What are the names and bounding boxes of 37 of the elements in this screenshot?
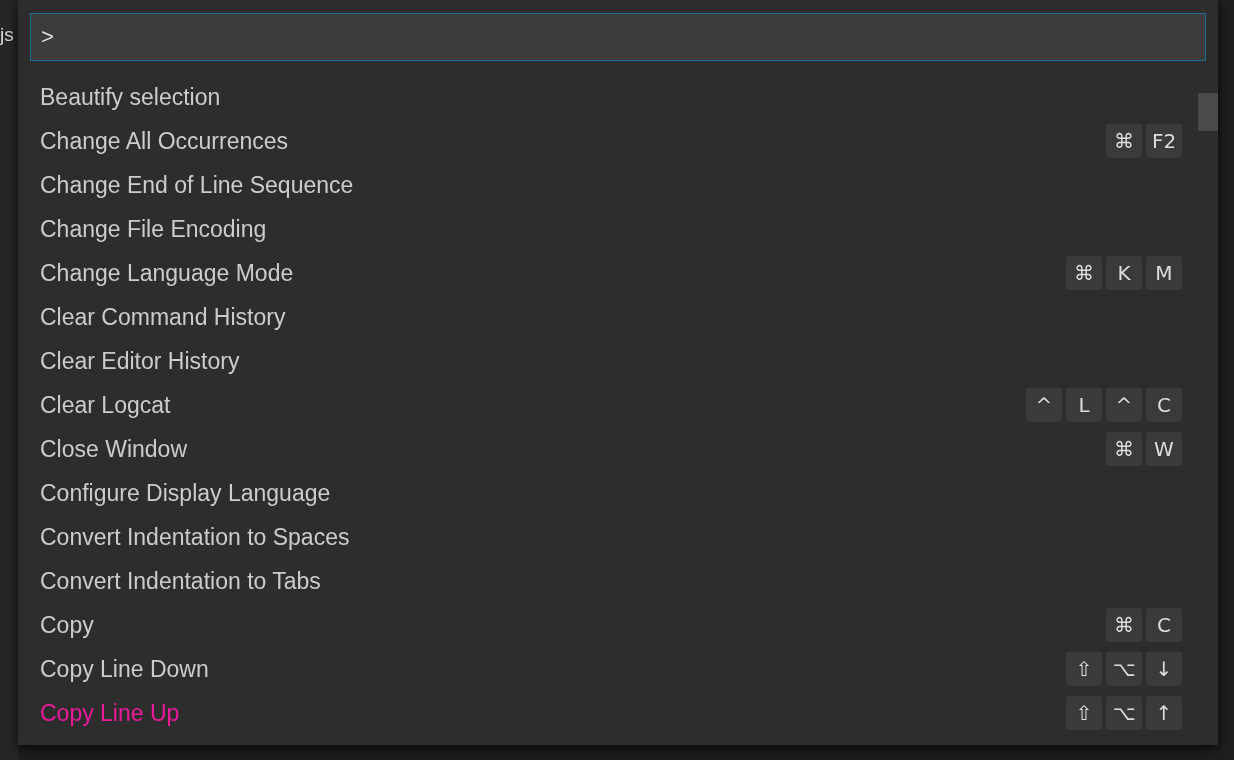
key-cap: L	[1066, 388, 1102, 422]
key-cap: C	[1146, 608, 1182, 642]
command-item[interactable]: Change End of Line Sequence	[30, 163, 1198, 207]
command-input-field[interactable]: >	[30, 13, 1206, 61]
command-item[interactable]: Beautify selection	[30, 75, 1198, 119]
command-item[interactable]: Close Window ⌘ W	[30, 427, 1198, 471]
command-item[interactable]: Clear Command History	[30, 295, 1198, 339]
key-cap: ^	[1106, 388, 1142, 422]
command-item[interactable]: Convert Indentation to Tabs	[30, 559, 1198, 603]
key-cap: F2	[1146, 124, 1182, 158]
key-cap: ⇧	[1066, 696, 1102, 730]
command-item[interactable]: Change All Occurrences ⌘ F2	[30, 119, 1198, 163]
command-item[interactable]: Configure Display Language	[30, 471, 1198, 515]
command-item[interactable]: Change File Encoding	[30, 207, 1198, 251]
command-item[interactable]: Copy Line Up ⇧ ⌥ ↑	[30, 691, 1198, 735]
command-item[interactable]: Clear Editor History	[30, 339, 1198, 383]
key-cap: ⌘	[1106, 432, 1142, 466]
command-item[interactable]: Copy ⌘ C	[30, 603, 1198, 647]
key-cap: W	[1146, 432, 1182, 466]
key-cap: ↓	[1146, 652, 1182, 686]
scrollbar-thumb[interactable]	[1198, 93, 1218, 131]
key-cap: ⌥	[1106, 652, 1142, 686]
key-cap: ⇧	[1066, 652, 1102, 686]
key-cap: C	[1146, 388, 1182, 422]
key-cap: ^	[1026, 388, 1062, 422]
tab-label[interactable]: js	[0, 24, 14, 46]
command-item[interactable]: Copy Line Down ⇧ ⌥ ↓	[30, 647, 1198, 691]
key-cap: K	[1106, 256, 1142, 290]
key-cap: ⌘	[1066, 256, 1102, 290]
key-cap: ⌘	[1106, 124, 1142, 158]
key-cap: M	[1146, 256, 1182, 290]
command-item[interactable]: Clear Logcat ^ L ^ C	[30, 383, 1198, 427]
command-item[interactable]: Change Language Mode ⌘ K M	[30, 251, 1198, 295]
key-cap: ↑	[1146, 696, 1182, 730]
key-cap: ⌥	[1106, 696, 1142, 730]
key-cap: ⌘	[1106, 608, 1142, 642]
command-item[interactable]: Convert Indentation to Spaces	[30, 515, 1198, 559]
